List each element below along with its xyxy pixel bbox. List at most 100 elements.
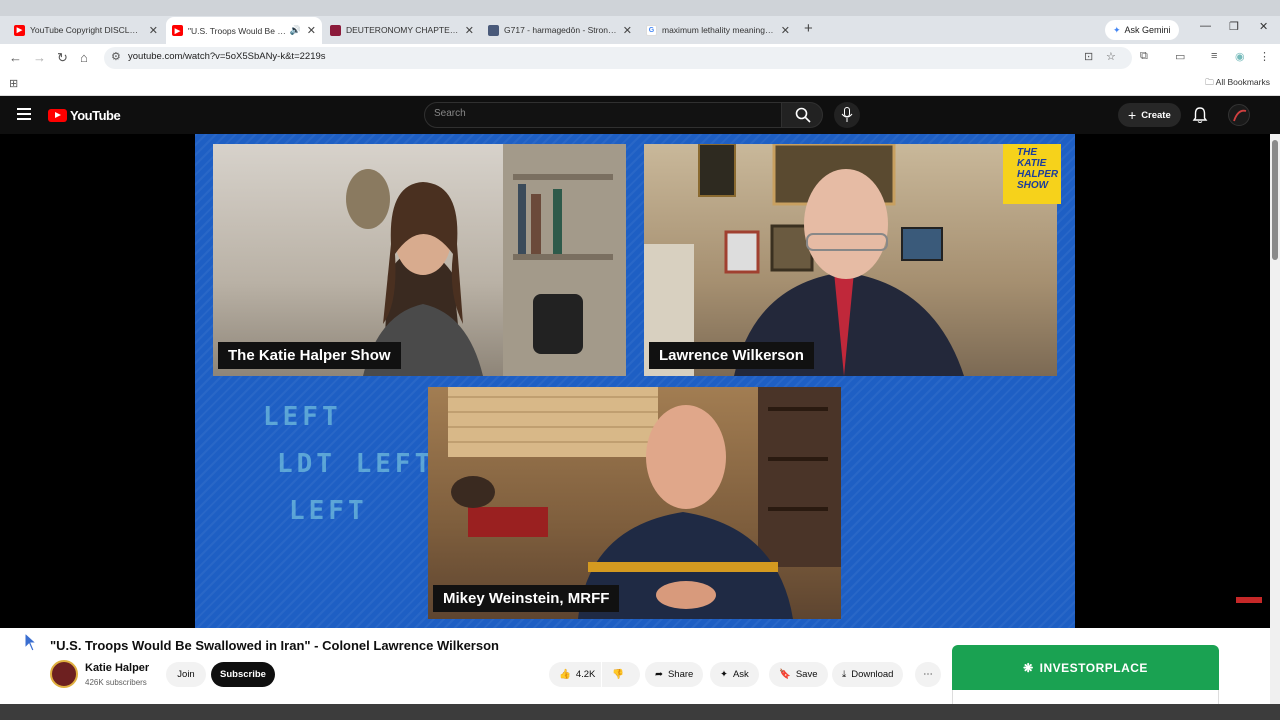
close-tab-icon[interactable]: ✕ (149, 24, 158, 37)
create-button[interactable]: + Create (1118, 103, 1181, 127)
install-icon[interactable]: ⊡ (1084, 50, 1093, 63)
investorplace-ad[interactable]: ❋ INVESTORPLACE (952, 645, 1219, 690)
download-button[interactable]: ⤓ Download (832, 662, 904, 687)
video-title: "U.S. Troops Would Be Swallowed in Iran"… (50, 638, 499, 653)
cast-icon[interactable]: ▭ (1175, 50, 1185, 63)
voice-search-button[interactable] (834, 102, 860, 128)
tab-title: DEUTERONOMY CHAPTER 28 K (346, 25, 459, 35)
youtube-logo[interactable]: YouTube (48, 108, 121, 123)
account-avatar[interactable] (1228, 104, 1250, 126)
save-button[interactable]: 🔖 Save (769, 662, 828, 687)
create-label: Create (1141, 109, 1171, 121)
bookmark-icon: 🔖 (779, 669, 791, 680)
media-control-icon[interactable]: ≡ (1211, 50, 1217, 62)
background-text: LEFT (289, 496, 368, 526)
search-input[interactable] (424, 102, 782, 128)
close-tab-icon[interactable]: ✕ (465, 24, 474, 37)
save-label: Save (795, 669, 818, 680)
dislike-button[interactable]: 👎 (602, 662, 640, 687)
more-actions-button[interactable]: ⋯ (915, 662, 941, 687)
youtube-play-logo-icon (48, 109, 67, 122)
profile-icon[interactable]: ◉ (1235, 50, 1245, 63)
search-icon (795, 107, 811, 123)
channel-name[interactable]: Katie Halper (85, 662, 149, 674)
tab-title: maximum lethality meaning - G (662, 25, 775, 35)
channel-avatar[interactable] (50, 660, 78, 688)
extensions-icon[interactable]: ⧉ (1140, 50, 1148, 63)
bookmark-star-icon[interactable]: ☆ (1106, 50, 1116, 63)
close-window-icon[interactable]: ✕ (1259, 20, 1268, 33)
ask-gemini-button[interactable]: ✦ Ask Gemini (1105, 20, 1179, 40)
hamburger-menu-icon[interactable] (17, 108, 31, 120)
restore-icon[interactable]: ❐ (1229, 20, 1239, 33)
search-button[interactable] (781, 102, 823, 128)
tab-title: "U.S. Troops Would Be Swal (188, 25, 287, 36)
new-tab-button[interactable]: + (804, 20, 813, 37)
folder-icon: 🗀 (1205, 77, 1214, 87)
share-icon: ➦ (655, 669, 663, 680)
investorplace-logo-icon: ❋ (1023, 660, 1034, 675)
like-button[interactable]: 👍 4.2K (549, 662, 601, 687)
channel-watermark[interactable] (1236, 597, 1262, 603)
screen: ▶ YouTube Copyright DISCLAIME ✕ ▶ "U.S. … (0, 0, 1280, 720)
youtube-favicon-icon: ▶ (172, 25, 183, 36)
ad-body[interactable] (952, 690, 1219, 704)
youtube-wordmark: YouTube (70, 108, 121, 123)
home-icon[interactable]: ⌂ (80, 50, 88, 65)
download-label: Download (851, 669, 894, 680)
guest2-caption: Mikey Weinstein, MRFF (433, 585, 620, 612)
site-info-icon[interactable]: ⚙ (111, 50, 121, 63)
all-bookmarks-label: All Bookmarks (1215, 77, 1270, 87)
ask-label: Ask (732, 669, 749, 680)
sparkle-icon: ✦ (720, 669, 728, 680)
microphone-icon (841, 107, 853, 122)
more-icon: ⋯ (923, 669, 933, 680)
all-bookmarks[interactable]: 🗀 All Bookmarks (1205, 77, 1270, 91)
tab-current-video[interactable]: ▶ "U.S. Troops Would Be Swal 🔊 ✕ (166, 17, 322, 44)
host-caption: The Katie Halper Show (218, 342, 401, 369)
background-text: LDT LEFT (277, 449, 435, 479)
menu-kebab-icon[interactable]: ⋮ (1259, 50, 1270, 63)
notifications-bell-icon[interactable] (1192, 106, 1208, 124)
guest2-video-panel: Mikey Weinstein, MRFF (428, 387, 841, 619)
guest1-video-panel: Lawrence Wilkerson (644, 144, 1057, 376)
tab-deuteronomy[interactable]: DEUTERONOMY CHAPTER 28 K ✕ (324, 17, 480, 43)
mouse-cursor-icon (24, 632, 38, 652)
close-tab-icon[interactable]: ✕ (623, 24, 632, 37)
reload-icon[interactable]: ↻ (57, 50, 68, 66)
ask-button[interactable]: ✦ Ask (710, 662, 759, 687)
tab-google-search[interactable]: G maximum lethality meaning - G ✕ (640, 17, 796, 43)
gemini-sparkle-icon: ✦ (1113, 24, 1121, 35)
site-favicon-icon (488, 24, 499, 36)
apps-grid-icon[interactable]: ⊞ (9, 77, 18, 90)
plus-icon: + (1128, 107, 1137, 123)
close-tab-icon[interactable]: ✕ (307, 24, 316, 37)
taskbar (0, 704, 1280, 720)
subscriber-count: 426K subscribers (85, 678, 147, 687)
thumbs-up-icon: 👍 (559, 669, 571, 680)
show-logo-text: THE KATIE HALPER SHOW (1017, 147, 1059, 191)
share-button[interactable]: ➦ Share (645, 662, 704, 687)
forward-icon[interactable]: → (33, 50, 46, 65)
ask-gemini-label: Ask Gemini (1124, 25, 1171, 35)
minimize-icon[interactable]: — (1200, 20, 1211, 32)
tab-strongs[interactable]: G717 - harmagedōn - Strong's ✕ (482, 17, 638, 43)
show-logo: THE KATIE HALPER SHOW (1003, 144, 1061, 204)
site-favicon-icon (330, 24, 341, 36)
back-icon[interactable]: ← (9, 50, 22, 65)
like-count: 4.2K (575, 669, 596, 680)
join-button[interactable]: Join (166, 662, 206, 687)
subscribe-button[interactable]: Subscribe (211, 662, 275, 687)
close-tab-icon[interactable]: ✕ (781, 24, 790, 37)
ad-brand: INVESTORPLACE (1039, 660, 1148, 675)
scrollbar-thumb[interactable] (1272, 140, 1278, 260)
tab-youtube-disclaimer[interactable]: ▶ YouTube Copyright DISCLAIME ✕ (8, 17, 164, 43)
google-favicon-icon: G (646, 24, 657, 36)
url-text[interactable]: youtube.com/watch?v=5oX5SbANy-k&t=2219s (128, 51, 326, 62)
speaker-icon[interactable]: 🔊 (290, 25, 301, 36)
background-text: LEFT (263, 402, 342, 432)
account-logo-icon (1233, 109, 1247, 122)
youtube-favicon-icon: ▶ (14, 24, 25, 36)
tab-title: YouTube Copyright DISCLAIME (30, 25, 143, 35)
thumbs-down-icon: 👎 (612, 669, 624, 680)
